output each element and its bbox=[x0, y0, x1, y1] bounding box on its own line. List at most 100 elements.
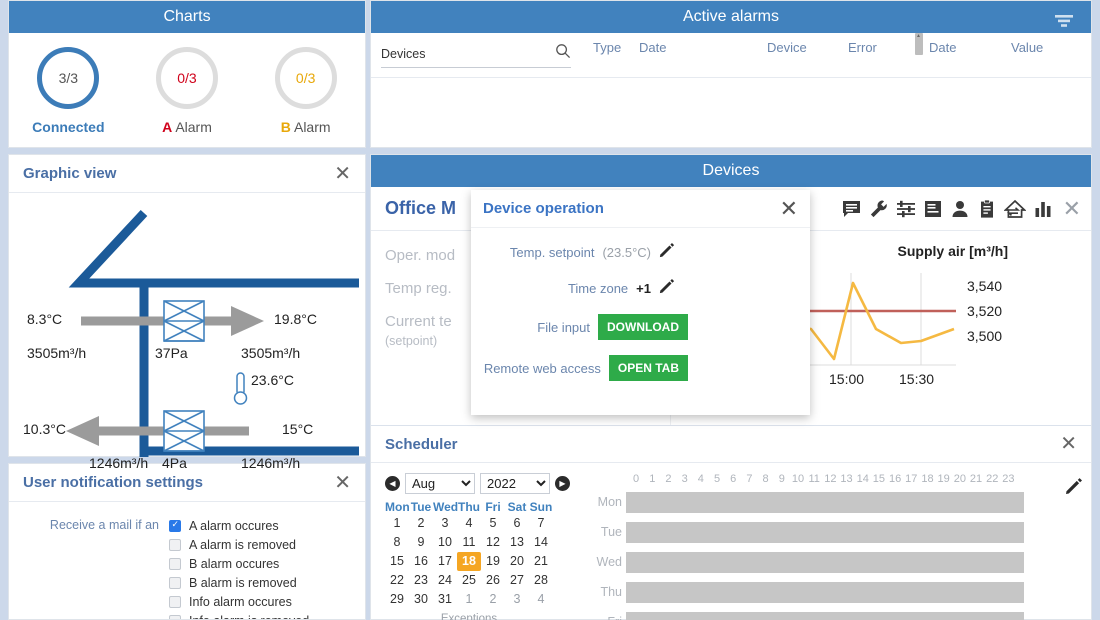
calendar-day[interactable]: 14 bbox=[529, 533, 553, 552]
calendar-day[interactable]: 28 bbox=[529, 571, 553, 590]
search-icon[interactable] bbox=[555, 43, 571, 64]
calendar-day[interactable]: 19 bbox=[481, 552, 505, 571]
timeline-bar-mon[interactable] bbox=[626, 491, 1024, 513]
calendar-day[interactable]: 9 bbox=[409, 533, 433, 552]
column-resize-handle[interactable] bbox=[915, 33, 923, 55]
column-header-date-1[interactable]: Date bbox=[639, 40, 767, 55]
download-button[interactable]: DOWNLOAD bbox=[598, 314, 688, 340]
close-icon[interactable]: ✕ bbox=[1063, 197, 1081, 220]
popup-row-remote-web-access: Remote web access OPEN TAB bbox=[471, 355, 810, 381]
timeline-row[interactable]: Mon bbox=[593, 487, 1077, 517]
calendar-day[interactable]: 11 bbox=[457, 533, 481, 552]
timeline-row[interactable]: Fri bbox=[593, 607, 1077, 620]
calendar-day[interactable]: 31 bbox=[433, 590, 457, 609]
calendar-day[interactable]: 3 bbox=[433, 514, 457, 533]
pencil-icon[interactable] bbox=[659, 242, 675, 263]
clipboard-icon[interactable] bbox=[977, 199, 997, 219]
timeline-bar-thu[interactable] bbox=[626, 581, 1024, 603]
prev-month-button[interactable]: ◀ bbox=[385, 476, 400, 491]
calendar-day[interactable]: 30 bbox=[409, 590, 433, 609]
calendar-day[interactable]: 2 bbox=[481, 590, 505, 609]
checkbox-info-alarm-removed[interactable] bbox=[169, 614, 181, 619]
column-header-device[interactable]: Device bbox=[767, 40, 848, 55]
timeline-row[interactable]: Tue bbox=[593, 517, 1077, 547]
calendar-day-selected[interactable]: 18 bbox=[457, 552, 481, 571]
calendar-day[interactable]: 4 bbox=[529, 590, 553, 609]
checkbox-b-alarm-removed[interactable] bbox=[169, 576, 181, 589]
year-select[interactable]: 2022 bbox=[480, 473, 550, 494]
timeline-row[interactable]: Thu bbox=[593, 577, 1077, 607]
timeline-bar-tue[interactable] bbox=[626, 521, 1024, 543]
checkbox-a-alarm-occures[interactable] bbox=[169, 519, 181, 532]
calendar-day[interactable]: 7 bbox=[529, 514, 553, 533]
calendar-day[interactable]: 4 bbox=[457, 514, 481, 533]
notification-option[interactable]: A alarm is removed bbox=[169, 535, 309, 554]
notification-option[interactable]: Info alarm occures bbox=[169, 592, 309, 611]
calendar-day[interactable]: 10 bbox=[433, 533, 457, 552]
calendar-day[interactable]: 27 bbox=[505, 571, 529, 590]
calendar-day[interactable]: 25 bbox=[457, 571, 481, 590]
server-icon[interactable] bbox=[923, 199, 943, 219]
column-header-value[interactable]: Value bbox=[1011, 40, 1043, 55]
supply-inlet-flow: 3505m³/h bbox=[27, 345, 87, 361]
close-icon[interactable]: ✕ bbox=[1060, 434, 1077, 454]
calendar-day[interactable]: 29 bbox=[385, 590, 409, 609]
column-header-error[interactable]: Error bbox=[848, 40, 915, 55]
calendar-day[interactable]: 3 bbox=[505, 590, 529, 609]
calendar-day[interactable]: 22 bbox=[385, 571, 409, 590]
open-tab-button[interactable]: OPEN TAB bbox=[608, 355, 688, 381]
checkbox-a-alarm-removed[interactable] bbox=[169, 538, 181, 551]
scheduler-header: Scheduler ✕ bbox=[371, 425, 1091, 463]
checkbox-info-alarm-occures[interactable] bbox=[169, 595, 181, 608]
calendar-day[interactable]: 24 bbox=[433, 571, 457, 590]
checkbox-b-alarm-occures[interactable] bbox=[169, 557, 181, 570]
person-icon[interactable] bbox=[950, 199, 970, 219]
calendar-day[interactable]: 1 bbox=[457, 590, 481, 609]
search-box[interactable] bbox=[381, 43, 571, 68]
calendar-day[interactable]: 2 bbox=[409, 514, 433, 533]
gauge-alarm-a[interactable]: 0/3 A Alarm bbox=[132, 47, 242, 135]
column-header-type[interactable]: Type bbox=[593, 40, 639, 55]
hour-20: 20 bbox=[953, 473, 966, 485]
calendar-day[interactable]: 23 bbox=[409, 571, 433, 590]
bar-chart-icon[interactable] bbox=[1033, 199, 1053, 219]
wrench-icon[interactable] bbox=[869, 199, 889, 219]
close-icon[interactable]: ✕ bbox=[780, 197, 798, 220]
calendar-day[interactable]: 20 bbox=[505, 552, 529, 571]
calendar-day[interactable]: 5 bbox=[481, 514, 505, 533]
house-exchange-icon[interactable] bbox=[1003, 199, 1026, 219]
calendar-day[interactable]: 13 bbox=[505, 533, 529, 552]
close-icon[interactable]: ✕ bbox=[334, 473, 351, 493]
notification-option[interactable]: B alarm occures bbox=[169, 554, 309, 573]
calendar-day[interactable]: 12 bbox=[481, 533, 505, 552]
pencil-icon[interactable] bbox=[659, 278, 675, 299]
calendar-day[interactable]: 17 bbox=[433, 552, 457, 571]
gauge-suffix-a: Alarm bbox=[172, 119, 212, 135]
filter-icon[interactable] bbox=[1053, 9, 1075, 41]
calendar-day[interactable]: 1 bbox=[385, 514, 409, 533]
gauge-connected[interactable]: 3/3 Connected bbox=[13, 47, 123, 135]
pencil-icon[interactable] bbox=[1065, 477, 1083, 500]
close-icon[interactable]: ✕ bbox=[334, 164, 351, 184]
sliders-icon[interactable] bbox=[896, 199, 916, 219]
notification-option[interactable]: A alarm occures bbox=[169, 516, 309, 535]
timeline-row[interactable]: Wed bbox=[593, 547, 1077, 577]
column-header-date-2[interactable]: Date bbox=[929, 40, 1011, 55]
hour-8: 8 bbox=[762, 473, 769, 485]
timeline-bar-wed[interactable] bbox=[626, 551, 1024, 573]
calendar-day[interactable]: 26 bbox=[481, 571, 505, 590]
calendar-day[interactable]: 16 bbox=[409, 552, 433, 571]
calendar-day[interactable]: 15 bbox=[385, 552, 409, 571]
gauge-alarm-b[interactable]: 0/3 B Alarm bbox=[251, 47, 361, 135]
notification-option[interactable]: Info alarm is removed bbox=[169, 611, 309, 619]
notification-option[interactable]: B alarm is removed bbox=[169, 573, 309, 592]
comment-icon[interactable] bbox=[842, 199, 862, 219]
calendar-day[interactable]: 6 bbox=[505, 514, 529, 533]
calendar-day[interactable]: 21 bbox=[529, 552, 553, 571]
timeline-bar-fri[interactable] bbox=[626, 611, 1024, 620]
month-select[interactable]: Aug bbox=[405, 473, 475, 494]
graphic-view-title: Graphic view bbox=[23, 165, 117, 182]
search-input[interactable] bbox=[381, 46, 531, 61]
next-month-button[interactable]: ▶ bbox=[555, 476, 570, 491]
calendar-day[interactable]: 8 bbox=[385, 533, 409, 552]
